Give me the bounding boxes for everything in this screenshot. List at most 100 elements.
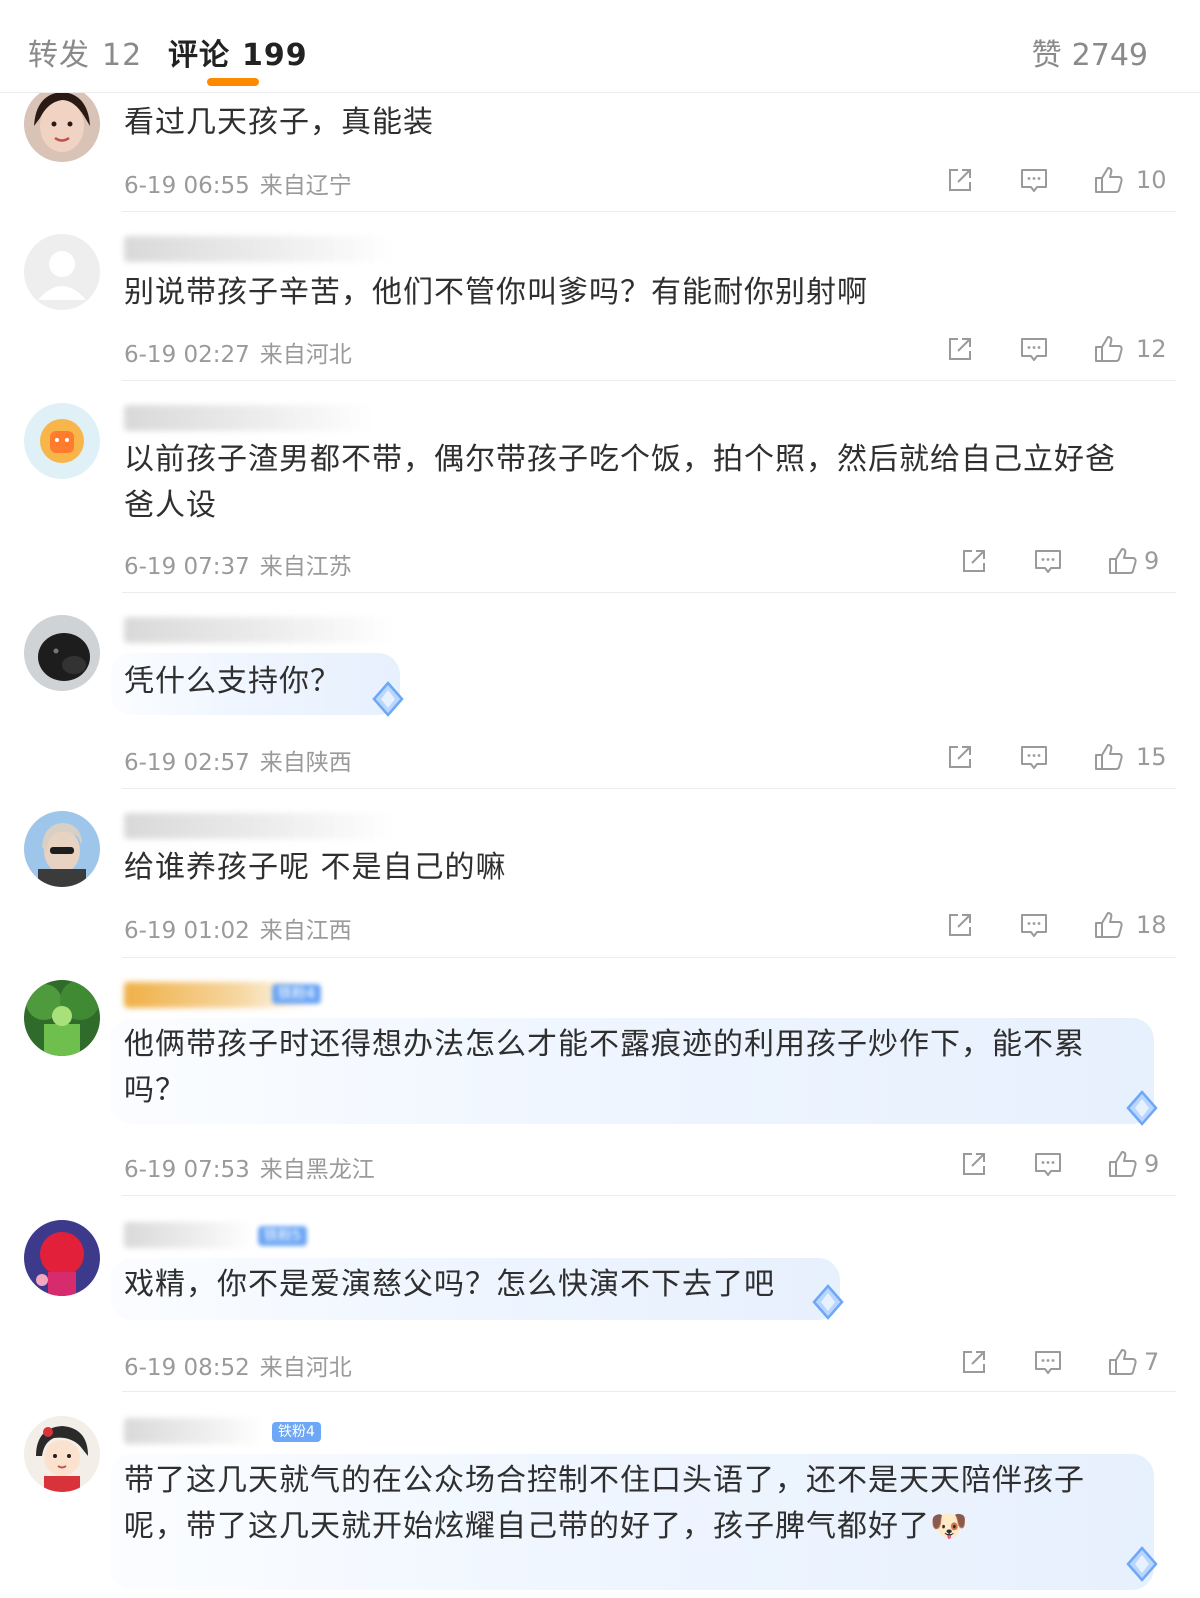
like-icon[interactable] [1092, 164, 1124, 196]
like-count: 15 [1136, 743, 1167, 771]
avatar[interactable] [24, 811, 100, 887]
tab-likes[interactable]: 赞 2749 [1032, 30, 1148, 74]
avatar-red-icon [24, 1220, 100, 1296]
comment-meta: 6-19 02:27 来自河北 [124, 335, 352, 369]
comment-item: 看过几天孩子，真能装 6-19 06:55 来自辽宁 10 [0, 86, 1200, 212]
avatar[interactable] [24, 980, 100, 1056]
like-icon[interactable] [1106, 1148, 1138, 1180]
share-icon[interactable] [944, 909, 976, 941]
like-count: 9 [1144, 547, 1160, 575]
comment-date: 6-19 08:52 [124, 1355, 250, 1381]
avatar[interactable] [24, 615, 100, 691]
share-icon[interactable] [958, 1346, 990, 1378]
share-icon[interactable] [944, 164, 976, 196]
share-icon[interactable] [958, 1148, 990, 1180]
comment-actions: 12 [944, 333, 1167, 367]
avatar[interactable] [24, 1220, 100, 1296]
comment-item: 凭什么支持你？ 6-19 02:57 来自陕西 15 [0, 593, 1200, 789]
like-icon[interactable] [1092, 741, 1124, 773]
comment-location: 来自河北 [259, 342, 352, 368]
fan-badge[interactable]: 铁粉4 [272, 1422, 321, 1442]
reply-icon[interactable] [1018, 333, 1050, 365]
comment-item: 别说带孩子辛苦，他们不管你叫爹吗？有能耐你别射啊 6-19 02:27 来自河北 … [0, 212, 1200, 381]
reply-icon[interactable] [1032, 545, 1064, 577]
default-avatar-icon [24, 234, 100, 310]
comment-actions: 9 [958, 1148, 1159, 1182]
username-blurred[interactable] [124, 405, 374, 431]
comment-text: 凭什么支持你？ [124, 664, 341, 699]
comment-item: 铁粉4 带了这几天就气的在公众场合控制不住口头语了，还不是天天陪伴孩子呢，带了这… [0, 1392, 1200, 1598]
comment-actions: 7 [958, 1346, 1159, 1380]
tab-comments-count: 199 [242, 38, 308, 73]
like-icon[interactable] [1106, 545, 1138, 577]
avatar-dog-icon [24, 615, 100, 691]
reply-icon[interactable] [1018, 741, 1050, 773]
like-count: 9 [1144, 1150, 1160, 1178]
like-icon[interactable] [1092, 333, 1124, 365]
username-blurred[interactable] [124, 1418, 264, 1444]
avatar[interactable] [24, 234, 100, 310]
tab-likes-count: 2749 [1071, 38, 1148, 73]
comment-meta: 6-19 01:02 来自江西 [124, 911, 352, 945]
comment-item: 铁粉4 他俩带孩子时还得想办法怎么才能不露痕迹的利用孩子炒作下，能不累吗？ 6-… [0, 958, 1200, 1196]
comment-text: 以前孩子渣男都不带，偶尔带孩子吃个饭，拍个照，然后就给自己立好爸爸人设 [124, 442, 1116, 523]
reply-icon[interactable] [1018, 164, 1050, 196]
comment-actions: 10 [944, 164, 1167, 198]
avatar-cartoon-girl-icon [24, 1416, 100, 1492]
comment-text: 带了这几天就气的在公众场合控制不住口头语了，还不是天天陪伴孩子呢，带了这几天就开… [124, 1463, 1085, 1544]
comment-date: 6-19 02:57 [124, 750, 250, 776]
like-icon[interactable] [1092, 909, 1124, 941]
like-count: 10 [1136, 166, 1167, 194]
username-blurred[interactable] [124, 1222, 254, 1248]
comment-text: 别说带孩子辛苦，他们不管你叫爹吗？有能耐你别射啊 [124, 275, 868, 310]
reply-icon[interactable] [1032, 1346, 1064, 1378]
comment-item: 以前孩子渣男都不带，偶尔带孩子吃个饭，拍个照，然后就给自己立好爸爸人设 6-19… [0, 381, 1200, 593]
tab-bar: 转发 12 评论 199 赞 2749 [0, 0, 1200, 93]
reply-icon[interactable] [1032, 1148, 1064, 1180]
tab-comments[interactable]: 评论 199 [168, 30, 308, 74]
comment-location: 来自江苏 [259, 554, 352, 580]
comment-location: 来自辽宁 [259, 173, 352, 199]
comment-date: 6-19 07:53 [124, 1157, 250, 1183]
like-count: 12 [1136, 335, 1167, 363]
comment-text: 他俩带孩子时还得想办法怎么才能不露痕迹的利用孩子炒作下，能不累吗？ [124, 1027, 1085, 1108]
username-blurred[interactable] [124, 813, 394, 839]
username-blurred[interactable] [124, 617, 394, 643]
share-icon[interactable] [944, 741, 976, 773]
comment-meta: 6-19 07:37 来自江苏 [124, 547, 352, 581]
avatar[interactable] [24, 403, 100, 479]
comment-location: 来自黑龙江 [259, 1157, 375, 1183]
comment-date: 6-19 01:02 [124, 918, 250, 944]
tab-likes-label: 赞 [1031, 38, 1062, 73]
avatar-person-icon [24, 811, 100, 887]
comment-meta: 6-19 07:53 来自黑龙江 [124, 1150, 375, 1184]
like-count: 7 [1144, 1348, 1160, 1376]
tab-comments-label: 评论 [168, 38, 230, 73]
like-count: 18 [1136, 911, 1167, 939]
comment-text: 给谁养孩子呢 不是自己的嘛 [124, 850, 507, 885]
comment-location: 来自陕西 [259, 750, 352, 776]
avatar[interactable] [24, 86, 100, 162]
avatar-woman-icon [24, 86, 100, 162]
avatar[interactable] [24, 1416, 100, 1492]
comment-meta: 6-19 02:57 来自陕西 [124, 743, 352, 777]
like-icon[interactable] [1106, 1346, 1138, 1378]
active-tab-indicator [207, 78, 259, 86]
tab-repost[interactable]: 转发 12 [28, 30, 142, 74]
comment-meta: 6-19 08:52 来自河北 [124, 1348, 352, 1382]
comment-actions: 9 [958, 545, 1159, 579]
avatar-forest-icon [24, 980, 100, 1056]
comment-location: 来自江西 [259, 918, 352, 944]
fan-badge[interactable]: 铁粉4 [272, 984, 321, 1004]
comment-date: 6-19 06:55 [124, 173, 250, 199]
comment-text: 看过几天孩子，真能装 [124, 105, 434, 140]
comment-location: 来自河北 [259, 1355, 352, 1381]
share-icon[interactable] [958, 545, 990, 577]
comment-date: 6-19 02:27 [124, 342, 250, 368]
comment-actions: 18 [944, 909, 1167, 943]
reply-icon[interactable] [1018, 909, 1050, 941]
comment-item: 铁粉5 戏精，你不是爱演慈父吗？怎么快演不下去了吧 6-19 08:52 来自河北… [0, 1196, 1200, 1392]
fan-badge[interactable]: 铁粉5 [258, 1226, 307, 1246]
username-blurred[interactable] [124, 236, 394, 262]
share-icon[interactable] [944, 333, 976, 365]
